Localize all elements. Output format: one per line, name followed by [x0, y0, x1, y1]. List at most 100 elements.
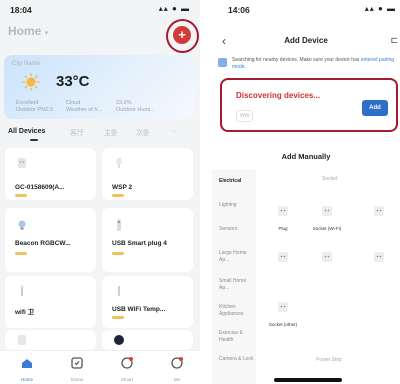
bottom-nav: Home Scene Smart Me	[0, 350, 200, 384]
section-label: Power Strip	[316, 357, 342, 363]
weather-stat: Excellent Outdoor PM2.5	[16, 100, 53, 114]
smart-icon	[121, 357, 133, 369]
device-card[interactable]: wifi 卫	[5, 276, 96, 328]
home-selector[interactable]: Home ▾	[8, 24, 48, 38]
profile-icon	[171, 357, 183, 369]
stat-label: Weather of h...	[66, 107, 102, 114]
tile-label: Plug	[278, 226, 288, 231]
home-title: Home	[8, 24, 42, 38]
usb-plug-icon	[117, 219, 121, 231]
status-bar: 18:04 ▴▴ ● ▬	[0, 0, 200, 20]
device-tile-plug[interactable]: Plug	[266, 204, 300, 232]
category-large-home-appliances[interactable]: Large Home Ap...	[219, 250, 255, 263]
nav-label: Me	[173, 377, 181, 382]
device-card[interactable]: WSP 2	[102, 176, 193, 210]
device-tile-socket-other[interactable]: Socket (other)	[266, 300, 300, 328]
device-name: GC-0158609(A...	[15, 184, 65, 191]
tab-all-devices[interactable]: All Devices	[8, 128, 45, 135]
category-exercise-health[interactable]: Exercise & Health	[219, 330, 255, 343]
socket-icon	[374, 252, 384, 262]
category-camera-lock[interactable]: Camera & Lock	[219, 356, 255, 363]
category-sensors[interactable]: Sensors	[219, 226, 255, 233]
page-title: Add Device	[284, 36, 328, 45]
device-name: Beacon RGBCW...	[15, 240, 71, 247]
room-tabs: All Devices 客厅 主卧 次卧 ···	[0, 128, 200, 142]
plug-icon	[278, 206, 288, 216]
stat-value: Cloud	[66, 100, 81, 106]
socket-icon	[278, 302, 288, 312]
tab-second-bedroom[interactable]: 次卧	[136, 128, 150, 138]
socket-icon	[374, 206, 384, 216]
device-tile-socket-wifi[interactable]: Socket (Wi-Fi)	[310, 204, 344, 232]
device-status-bar	[15, 252, 27, 255]
category-lighting[interactable]: Lighting	[219, 202, 255, 209]
status-time: 14:06	[228, 5, 250, 15]
hint-text: Searching for nearby devices. Make sure …	[232, 57, 400, 71]
device-tile[interactable]	[362, 250, 396, 272]
discovered-device[interactable]: Wifi	[236, 110, 254, 122]
device-status-bar	[112, 194, 124, 197]
add-button[interactable]: Add	[362, 100, 388, 116]
device-card[interactable]: USB Smart plug 4	[102, 208, 193, 272]
weather-card[interactable]: City Name 33°C Excellent Outdoor PM2.5 C…	[4, 55, 194, 119]
tab-living-room[interactable]: 客厅	[70, 128, 84, 138]
weather-stat: 23.6% Outdoor Humi...	[116, 100, 155, 114]
temperature: 33°C	[56, 73, 90, 90]
socket-icon	[278, 252, 288, 262]
category-small-home-appliances[interactable]: Small Home Ap...	[219, 278, 255, 291]
device-card[interactable]	[102, 330, 193, 350]
section-label: Socket	[322, 176, 338, 182]
home-screen: 18:04 ▴▴ ● ▬ Home ▾ + City Name 33°C Exc…	[0, 0, 200, 384]
device-card[interactable]: GC-0158609(A...	[5, 176, 96, 210]
device-card[interactable]	[5, 330, 96, 350]
device-tile[interactable]	[310, 250, 344, 272]
tab-indicator	[30, 139, 38, 141]
nav-scene[interactable]: Scene	[62, 356, 92, 382]
tab-more[interactable]: ···	[170, 128, 177, 135]
bluetooth-icon	[218, 58, 227, 67]
nav-me[interactable]: Me	[162, 356, 192, 382]
device-name: wifi 卫	[15, 309, 35, 316]
stat-value: 23.6%	[116, 100, 132, 106]
stat-label: Outdoor PM2.5	[16, 107, 54, 114]
stat-label: Outdoor Humi...	[116, 107, 155, 114]
scan-button[interactable]: ⊏	[390, 35, 398, 46]
nav-label: Smart	[120, 377, 133, 382]
category-kitchen-appliances[interactable]: Kitchen Appliances	[219, 304, 255, 317]
plug-icon	[18, 335, 26, 345]
tile-label: Socket (Wi-Fi)	[312, 226, 342, 231]
status-time: 18:04	[10, 5, 32, 15]
scan-icon: ⊏	[390, 35, 398, 45]
nav-smart[interactable]: Smart	[112, 356, 142, 382]
device-card[interactable]: Beacon RGBCW...	[5, 208, 96, 272]
nav-label: Home	[20, 377, 33, 382]
device-name: USB Smart plug 4	[112, 240, 167, 247]
plug-icon	[18, 158, 26, 168]
nav-home[interactable]: Home	[12, 356, 42, 382]
scene-icon	[71, 357, 83, 369]
bulb-icon	[18, 220, 26, 230]
device-status-bar	[15, 194, 27, 197]
device-tile[interactable]	[266, 250, 300, 272]
weather-city: City Name	[12, 61, 41, 67]
socket-icon	[322, 206, 332, 216]
device-tile[interactable]	[362, 204, 396, 226]
socket-icon	[322, 252, 332, 262]
search-hint: Searching for nearby devices. Make sure …	[218, 57, 400, 71]
device-name: WSP 2	[112, 184, 133, 191]
lamp-icon	[20, 285, 24, 296]
tab-master-bedroom[interactable]: 主卧	[104, 128, 118, 138]
chevron-down-icon: ▾	[44, 30, 49, 37]
category-sidebar: Electrical Lighting Sensors Large Home A…	[212, 170, 256, 384]
lamp-icon	[116, 158, 122, 168]
nav-label: Scene	[70, 377, 84, 382]
highlight-ring	[166, 19, 199, 53]
device-status-bar	[112, 252, 124, 255]
category-electrical[interactable]: Electrical	[219, 178, 255, 185]
home-icon	[22, 359, 32, 368]
device-status-bar	[112, 316, 124, 319]
camera-icon	[114, 335, 124, 345]
device-card[interactable]: USB WiFi Temp...	[102, 276, 193, 328]
weather-stat: Cloud Weather of h...	[66, 100, 102, 114]
status-icons: ▴▴ ● ▬	[158, 4, 190, 13]
